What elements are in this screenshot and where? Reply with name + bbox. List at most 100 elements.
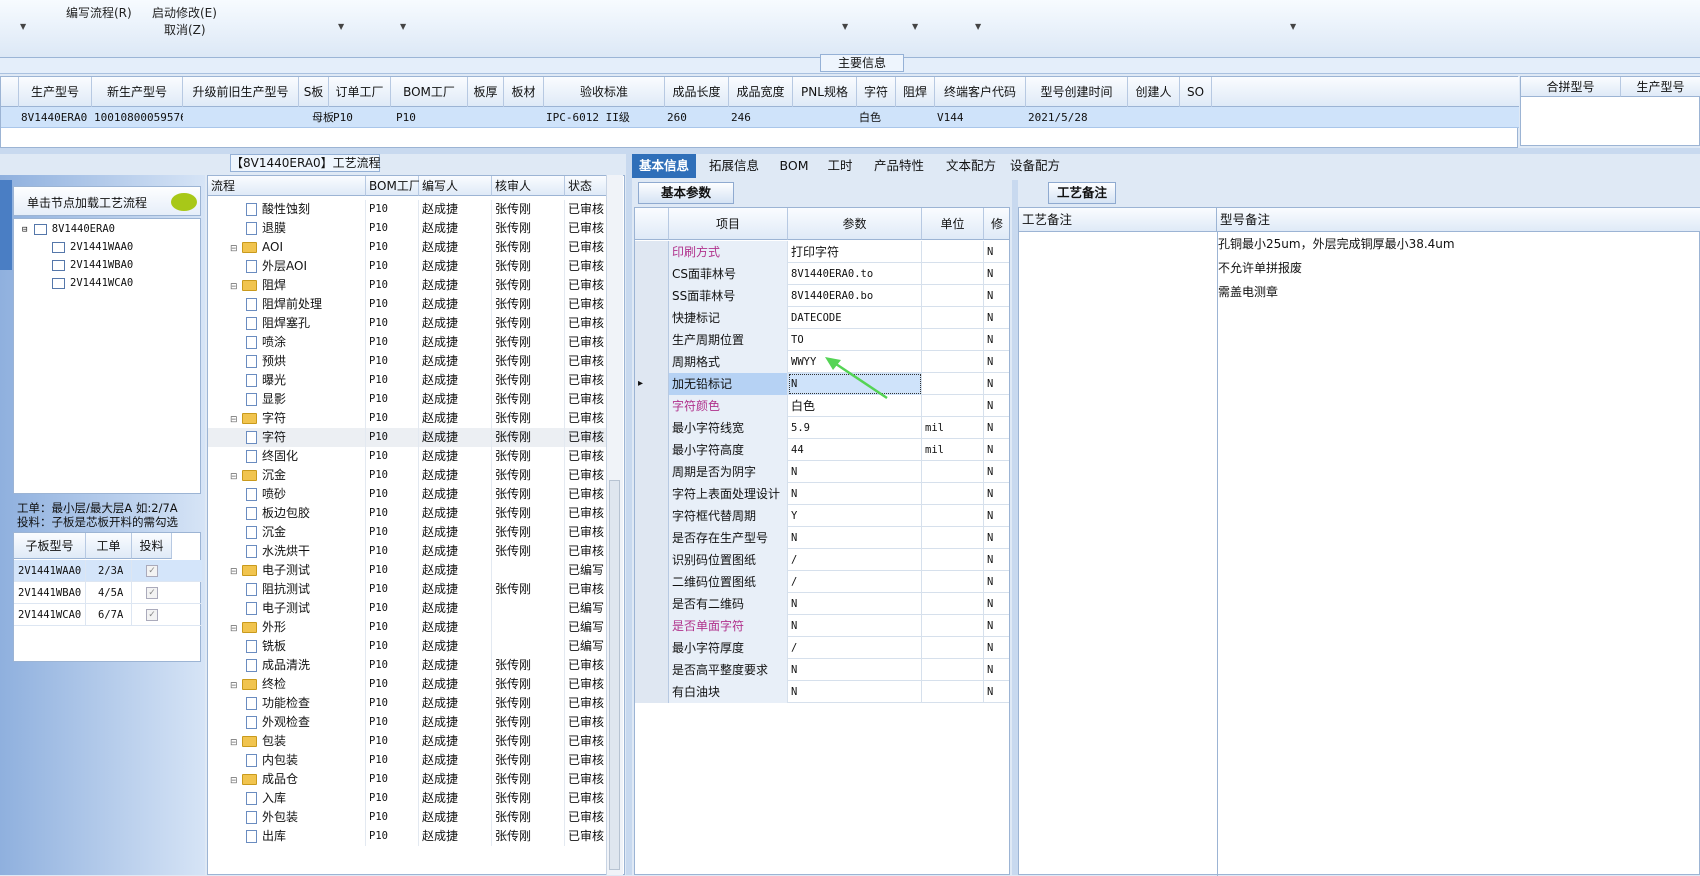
param-row[interactable]: 是否高平整度要求 N N [635, 659, 1009, 681]
process-author-cell[interactable]: 赵成捷 [422, 523, 492, 542]
param-value-cell[interactable]: 打印字符 [788, 241, 922, 263]
dropdown-arrow-icon[interactable]: ▼ [842, 22, 848, 31]
process-reviewer-cell[interactable]: 张传刚 [495, 675, 565, 694]
process-reviewer-cell[interactable]: 张传刚 [495, 257, 565, 276]
row-selector[interactable] [635, 395, 669, 417]
process-factory-cell[interactable]: P10 [369, 504, 419, 523]
process-status-cell[interactable]: 已审核 [568, 314, 608, 333]
param-value-cell[interactable]: N [788, 483, 922, 505]
process-author-cell[interactable]: 赵成捷 [422, 485, 492, 504]
tab-product-features[interactable]: 产品特性 [864, 154, 934, 178]
feed-checkbox[interactable]: ✓ [146, 587, 158, 599]
table-cell[interactable] [896, 107, 935, 128]
process-name-cell[interactable]: ⊟ 成品仓 [230, 770, 366, 789]
process-status-cell[interactable]: 已审核 [568, 732, 608, 751]
column-header[interactable]: 流程 [208, 176, 366, 196]
param-row[interactable]: 是否单面字符 N N [635, 615, 1009, 637]
param-unit-cell[interactable] [922, 593, 984, 615]
param-unit-cell[interactable] [922, 307, 984, 329]
process-name-cell[interactable]: 喷涂 [246, 333, 366, 352]
param-flag-cell[interactable]: N [984, 659, 1009, 681]
column-header[interactable]: PNL规格 [793, 77, 857, 107]
process-status-cell[interactable]: 已审核 [568, 238, 608, 257]
column-header[interactable]: BOM工厂 [366, 176, 421, 196]
param-unit-cell[interactable] [922, 549, 984, 571]
param-flag-cell[interactable]: N [984, 549, 1009, 571]
table-cell[interactable]: 2021/5/28 [1026, 107, 1128, 128]
process-name-cell[interactable]: 预烘 [246, 352, 366, 371]
table-cell[interactable] [504, 107, 544, 128]
column-header[interactable]: 成品宽度 [729, 77, 793, 107]
process-factory-cell[interactable]: P10 [369, 352, 419, 371]
process-row[interactable]: 阻抗测试 P10 赵成捷 张传刚 已审核 [208, 580, 608, 599]
param-unit-cell[interactable] [922, 263, 984, 285]
table-row[interactable]: 2V1441WCA0 6/7A ✓ [14, 604, 202, 626]
row-selector[interactable] [635, 263, 669, 285]
param-value-cell[interactable]: N [788, 527, 922, 549]
process-status-cell[interactable]: 已编写 [568, 599, 608, 618]
process-name-cell[interactable]: 功能检查 [246, 694, 366, 713]
process-factory-cell[interactable]: P10 [369, 542, 419, 561]
process-status-cell[interactable]: 已审核 [568, 219, 608, 238]
process-name-cell[interactable]: 外层AOI [246, 257, 366, 276]
subtab-basic-params[interactable]: 基本参数 [638, 182, 734, 204]
process-status-cell[interactable]: 已审核 [568, 789, 608, 808]
process-status-cell[interactable]: 已审核 [568, 713, 608, 732]
table-cell[interactable]: IPC-6012 II级 [544, 107, 665, 128]
process-name-cell[interactable]: ⊟ 终检 [230, 675, 366, 694]
param-unit-cell[interactable] [922, 461, 984, 483]
param-value-cell[interactable]: Y [788, 505, 922, 527]
dropdown-arrow-icon[interactable]: ▼ [912, 22, 918, 31]
process-reviewer-cell[interactable]: 张传刚 [495, 770, 565, 789]
process-reviewer-cell[interactable]: 张传刚 [495, 333, 565, 352]
process-status-cell[interactable]: 已编写 [568, 561, 608, 580]
process-author-cell[interactable]: 赵成捷 [422, 656, 492, 675]
process-author-cell[interactable]: 赵成捷 [422, 504, 492, 523]
column-header[interactable]: 新生产型号 [92, 77, 183, 107]
process-factory-cell[interactable]: P10 [369, 238, 419, 257]
param-unit-cell[interactable] [922, 527, 984, 549]
process-factory-cell[interactable]: P10 [369, 827, 419, 846]
process-factory-cell[interactable]: P10 [369, 770, 419, 789]
param-value-cell[interactable]: 5.9 [788, 417, 922, 439]
process-author-cell[interactable]: 赵成捷 [422, 751, 492, 770]
param-flag-cell[interactable]: N [984, 373, 1009, 395]
param-value-cell[interactable]: TO [788, 329, 922, 351]
param-row[interactable]: CS面菲林号 8V1440ERA0.to N [635, 263, 1009, 285]
process-status-cell[interactable]: 已审核 [568, 295, 608, 314]
row-selector[interactable] [635, 329, 669, 351]
process-name-cell[interactable]: ⊟ 字符 [230, 409, 366, 428]
model-tree[interactable]: ⊟ 8V1440ERA0 2V1441WAA0 2V1441WBA0 2V144… [13, 218, 201, 494]
param-flag-cell[interactable]: N [984, 615, 1009, 637]
row-selector[interactable] [635, 417, 669, 439]
process-reviewer-cell[interactable]: 张传刚 [495, 276, 565, 295]
process-factory-cell[interactable]: P10 [369, 219, 419, 238]
process-status-cell[interactable]: 已审核 [568, 694, 608, 713]
process-name-cell[interactable]: 退膜 [246, 219, 366, 238]
param-value-cell[interactable]: / [788, 637, 922, 659]
process-status-cell[interactable]: 已审核 [568, 257, 608, 276]
column-header[interactable]: 生产型号 [1621, 77, 1700, 97]
process-name-cell[interactable]: 板边包胶 [246, 504, 366, 523]
process-factory-cell[interactable]: P10 [369, 276, 419, 295]
process-name-cell[interactable]: 外观检查 [246, 713, 366, 732]
process-reviewer-cell[interactable]: 张传刚 [495, 732, 565, 751]
param-row[interactable]: 快捷标记 DATECODE N [635, 307, 1009, 329]
process-status-cell[interactable]: 已审核 [568, 770, 608, 789]
process-row[interactable]: ⊟ 阻焊 P10 赵成捷 张传刚 已审核 [208, 276, 608, 295]
row-selector[interactable] [635, 439, 669, 461]
param-value-cell[interactable]: N [788, 615, 922, 637]
column-header[interactable]: 订单工厂 [329, 77, 391, 107]
param-unit-cell[interactable] [922, 483, 984, 505]
process-status-cell[interactable]: 已审核 [568, 675, 608, 694]
table-cell[interactable] [793, 107, 857, 128]
dropdown-arrow-icon[interactable]: ▼ [1290, 22, 1296, 31]
process-factory-cell[interactable]: P10 [369, 428, 419, 447]
process-author-cell[interactable]: 赵成捷 [422, 276, 492, 295]
process-name-cell[interactable]: ⊟ 阻焊 [230, 276, 366, 295]
param-flag-cell[interactable]: N [984, 263, 1009, 285]
process-reviewer-cell[interactable]: 张传刚 [495, 580, 565, 599]
param-unit-cell[interactable]: mil [922, 417, 984, 439]
process-author-cell[interactable]: 赵成捷 [422, 447, 492, 466]
process-reviewer-cell[interactable]: 张传刚 [495, 466, 565, 485]
